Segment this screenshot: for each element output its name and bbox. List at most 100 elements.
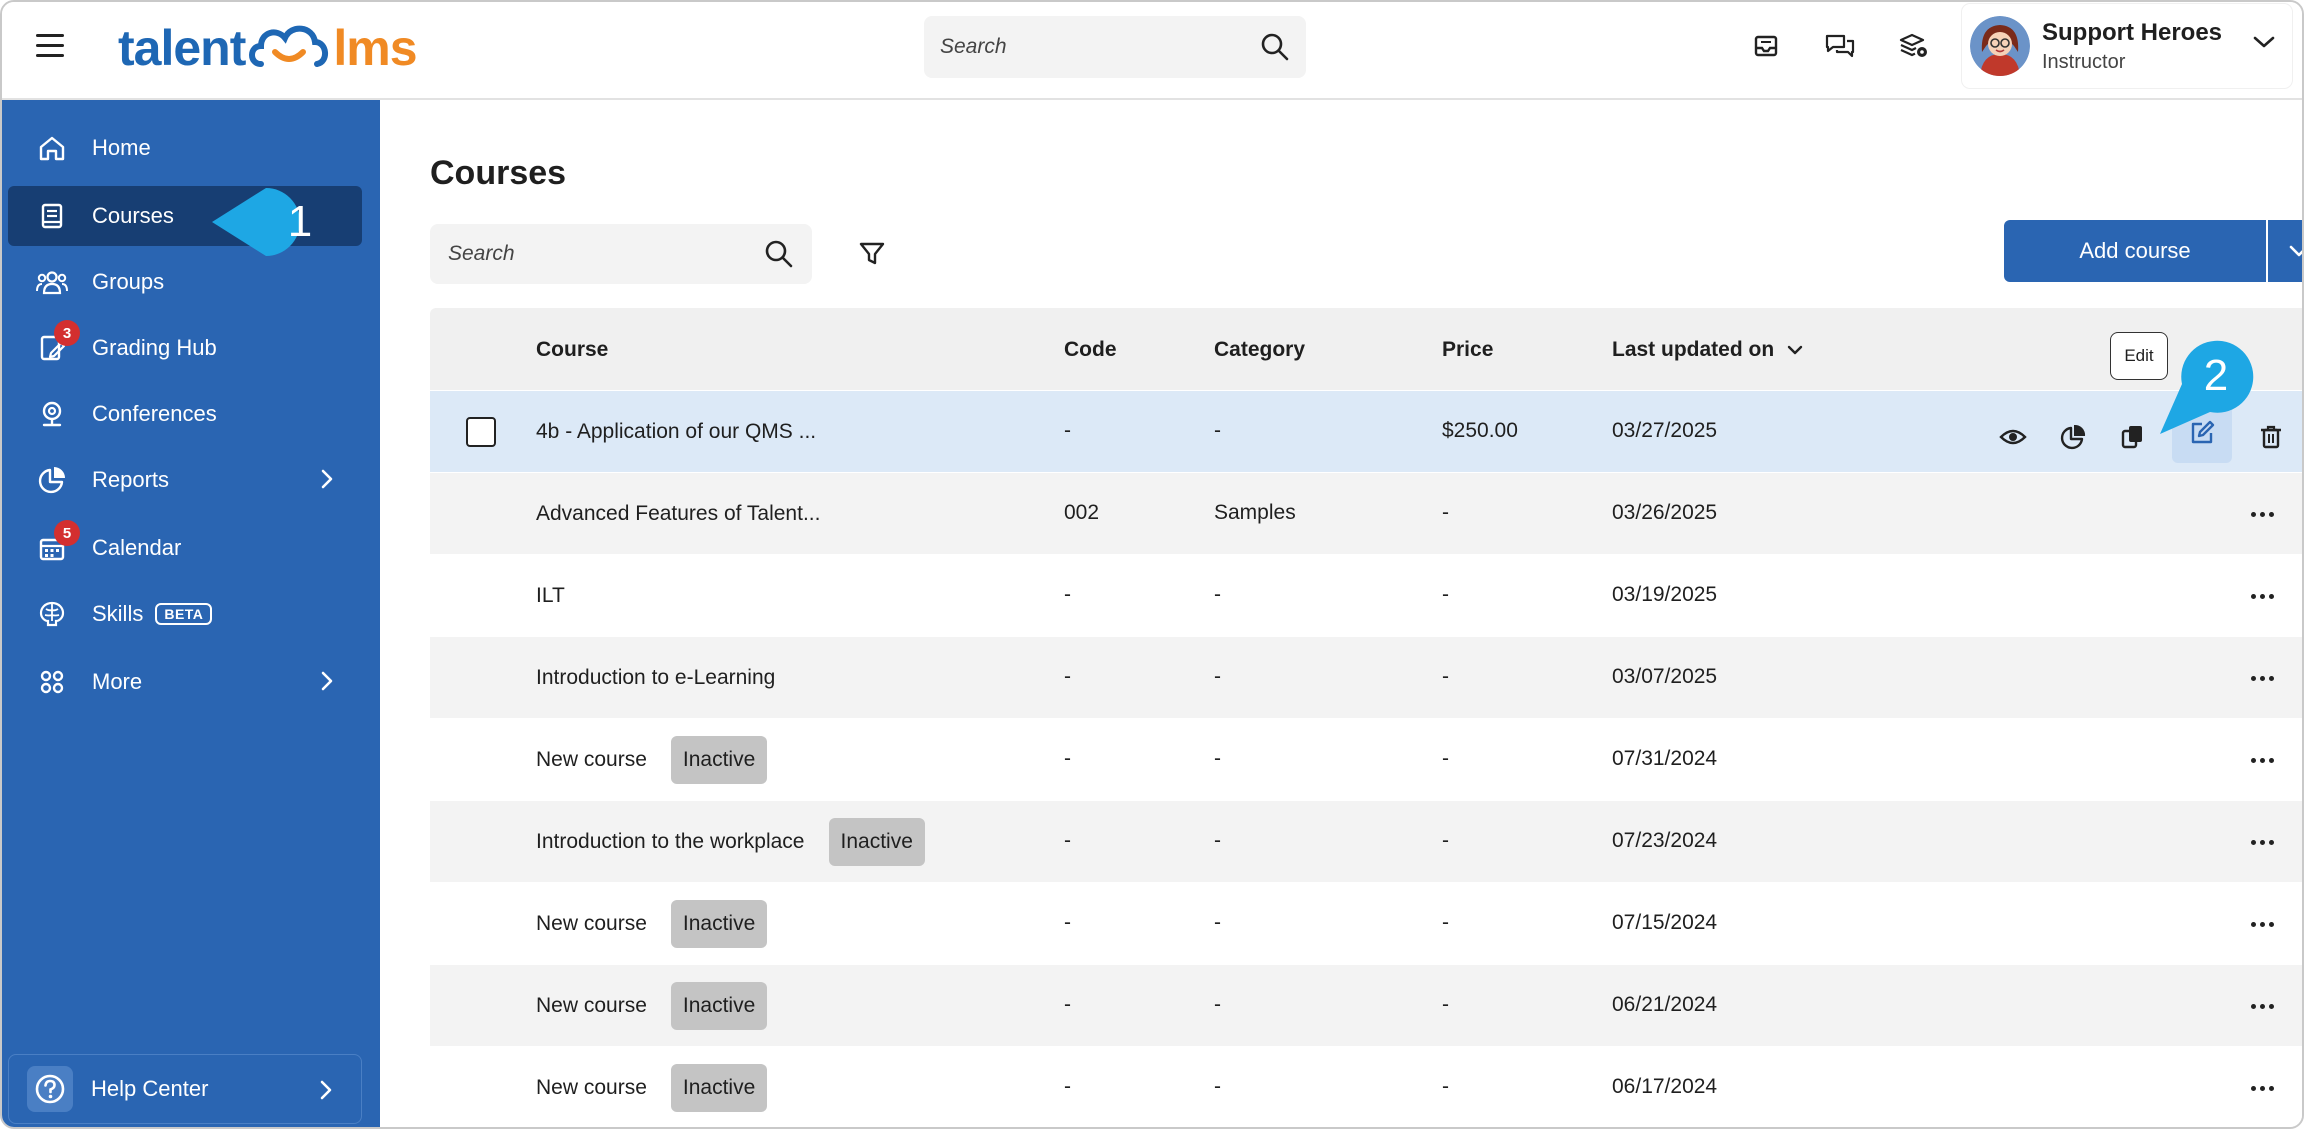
help-icon xyxy=(27,1066,73,1112)
row-checkbox[interactable] xyxy=(466,417,496,447)
cell-price: - xyxy=(1442,993,1449,1016)
more-options-icon[interactable] xyxy=(2242,499,2282,529)
cell-course[interactable]: Introduction to e-Learning xyxy=(536,654,775,702)
table-row[interactable]: New course Inactive - - - 07/31/2024 xyxy=(430,718,2302,800)
trash-icon[interactable] xyxy=(2250,416,2292,458)
sidebar-item-more[interactable]: More xyxy=(8,652,362,712)
logo-cloud-icon xyxy=(249,25,329,67)
cell-code: - xyxy=(1064,993,1071,1016)
search-icon[interactable] xyxy=(764,239,794,269)
header-price[interactable]: Price xyxy=(1442,338,1493,362)
header-course[interactable]: Course xyxy=(536,338,608,362)
cell-price: - xyxy=(1442,747,1449,770)
cell-category: - xyxy=(1214,665,1221,688)
cell-course[interactable]: New course Inactive xyxy=(536,736,768,784)
table-header: Course Code Category Price Last updated … xyxy=(430,308,2302,390)
inactive-badge: Inactive xyxy=(670,900,768,948)
cell-course[interactable]: Introduction to the workplace Inactive xyxy=(536,818,925,866)
cell-category: - xyxy=(1214,747,1221,770)
header-last-updated[interactable]: Last updated on xyxy=(1612,338,1804,362)
course-search-input[interactable]: Search xyxy=(430,224,812,284)
inbox-icon[interactable] xyxy=(1748,26,1784,66)
grading-icon: 3 xyxy=(36,320,80,364)
cell-last-updated: 06/17/2024 xyxy=(1612,1075,1718,1098)
chat-icon[interactable] xyxy=(1822,26,1858,66)
cell-last-updated: 07/15/2024 xyxy=(1612,911,1718,934)
more-options-icon[interactable] xyxy=(2242,827,2282,857)
cell-course[interactable]: New course Inactive xyxy=(536,1064,768,1112)
filter-icon[interactable] xyxy=(850,232,894,276)
cell-last-updated: 07/23/2024 xyxy=(1612,829,1718,852)
sidebar-item-grading-hub[interactable]: 3 Grading Hub xyxy=(8,318,362,378)
sidebar-item-label: Courses xyxy=(92,203,174,228)
add-course-button[interactable]: Add course xyxy=(2004,220,2266,282)
cell-last-updated: 06/21/2024 xyxy=(1612,993,1718,1016)
courses-table: Course Code Category Price Last updated … xyxy=(430,308,2302,1127)
top-icon-group xyxy=(1748,26,1932,66)
beta-tag: BETA xyxy=(155,603,213,625)
more-options-icon[interactable] xyxy=(2242,663,2282,693)
table-row[interactable]: New course Inactive - - - 06/21/2024 xyxy=(430,964,2302,1046)
table-row[interactable]: Introduction to e-Learning - - - 03/07/2025 xyxy=(430,636,2302,718)
cell-code: 002 xyxy=(1064,501,1100,524)
course-name: ILT xyxy=(536,584,565,607)
cell-category: - xyxy=(1214,829,1221,852)
table-row[interactable]: Introduction to the workplace Inactive - - -… xyxy=(430,800,2302,882)
course-name: 4b - Application of our QMS ... xyxy=(536,420,817,443)
course-name: Introduction to the workplace xyxy=(536,830,805,853)
cell-category: - xyxy=(1214,1075,1221,1098)
user-menu[interactable]: Support Heroes Instructor xyxy=(1962,4,2292,88)
cell-category: - xyxy=(1214,419,1221,442)
sidebar-item-skills[interactable]: Skills BETA xyxy=(8,584,362,644)
report-pie-icon[interactable] xyxy=(2052,416,2094,458)
cell-course[interactable]: New course Inactive xyxy=(536,982,768,1030)
cell-last-updated: 07/31/2024 xyxy=(1612,747,1718,770)
sidebar-item-label: Reports xyxy=(92,467,170,492)
inactive-badge: Inactive xyxy=(670,1064,768,1112)
more-options-icon[interactable] xyxy=(2242,581,2282,611)
sidebar-item-label: More xyxy=(92,669,143,694)
inactive-badge: Inactive xyxy=(670,982,768,1030)
header-code[interactable]: Code xyxy=(1064,338,1117,362)
table-row[interactable]: ILT - - - 03/19/2025 xyxy=(430,554,2302,636)
table-row[interactable]: New course Inactive - - - 06/17/2024 xyxy=(430,1046,2302,1127)
more-options-icon[interactable] xyxy=(2242,1073,2282,1103)
table-row[interactable]: 4b - Application of our QMS ... - - $250.00… xyxy=(430,390,2302,472)
table-row[interactable]: Advanced Features of Talent... 002 Samples… xyxy=(430,472,2302,554)
search-icon[interactable] xyxy=(1260,32,1290,62)
cell-price: - xyxy=(1442,665,1449,688)
chevron-down-icon[interactable] xyxy=(2252,34,2276,50)
cell-course[interactable]: ILT xyxy=(536,572,565,620)
groups-icon xyxy=(36,266,68,298)
more-options-icon[interactable] xyxy=(2242,991,2282,1021)
course-search-placeholder: Search xyxy=(448,242,515,265)
callout-number: 2 xyxy=(2203,351,2229,400)
more-options-icon[interactable] xyxy=(2242,745,2282,775)
more-options-icon[interactable] xyxy=(2242,909,2282,939)
sidebar-item-conferences[interactable]: Conferences xyxy=(8,384,362,444)
table-row[interactable]: New course Inactive - - - 07/15/2024 xyxy=(430,882,2302,964)
talentlms-logo[interactable]: talent lms xyxy=(118,18,418,78)
sidebar-item-reports[interactable]: Reports xyxy=(8,450,362,510)
header-category[interactable]: Category xyxy=(1214,338,1305,362)
layers-settings-icon[interactable] xyxy=(1896,26,1932,66)
sidebar-item-calendar[interactable]: 5 Calendar xyxy=(8,518,362,578)
user-role: Instructor xyxy=(2042,50,2126,73)
cell-course[interactable]: Advanced Features of Talent... xyxy=(536,490,820,538)
eye-icon[interactable] xyxy=(1992,416,2034,458)
inactive-badge: Inactive xyxy=(670,736,768,784)
add-course-dropdown-button[interactable] xyxy=(2268,220,2302,282)
copy-icon[interactable] xyxy=(2112,416,2154,458)
hamburger-menu-icon[interactable] xyxy=(36,34,64,58)
course-name: New course xyxy=(536,748,647,771)
cell-course[interactable]: New course Inactive xyxy=(536,900,768,948)
sidebar-item-label: Skills xyxy=(92,601,144,626)
sidebar-item-home[interactable]: Home xyxy=(8,118,362,178)
cell-category: - xyxy=(1214,583,1221,606)
chevron-right-icon xyxy=(321,469,333,489)
cell-category: Samples xyxy=(1214,501,1296,524)
help-center-button[interactable]: Help Center xyxy=(8,1054,362,1124)
global-search-input[interactable]: Search xyxy=(924,16,1306,78)
cell-course[interactable]: 4b - Application of our QMS ... xyxy=(536,408,816,456)
calendar-badge: 5 xyxy=(54,520,80,546)
